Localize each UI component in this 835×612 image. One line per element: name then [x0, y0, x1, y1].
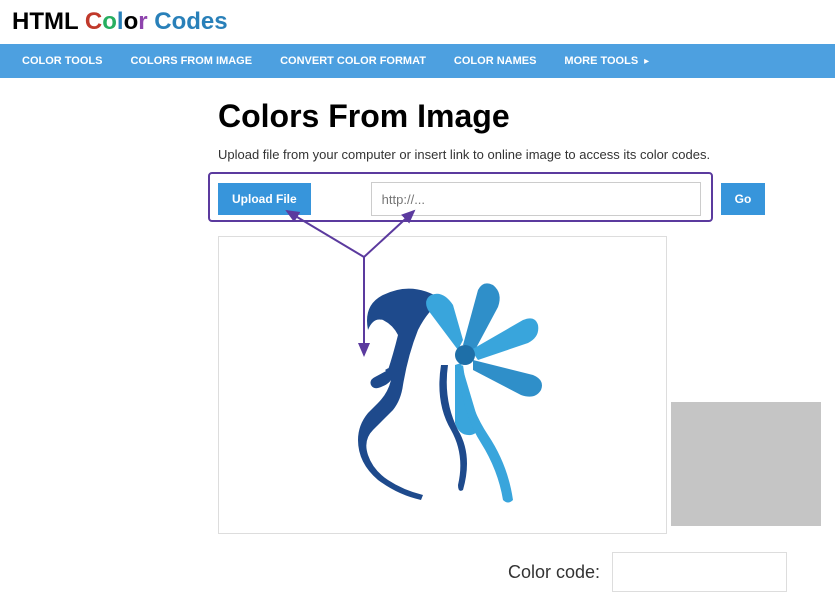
- color-preview-swatch: [671, 402, 821, 526]
- page-description: Upload file from your computer or insert…: [218, 147, 835, 162]
- nav-more-tools[interactable]: MORE TOOLS: [550, 45, 652, 77]
- color-code-label: Color code:: [508, 562, 600, 583]
- logo-word-color: Color: [85, 8, 148, 35]
- main-navbar: COLOR TOOLS COLORS FROM IMAGE CONVERT CO…: [0, 44, 835, 78]
- site-logo: HTML Color Codes: [0, 0, 835, 44]
- page-title: Colors From Image: [218, 98, 835, 135]
- sample-image: [313, 255, 573, 515]
- main-content: Colors From Image Upload file from your …: [0, 78, 835, 612]
- image-url-input[interactable]: [371, 182, 701, 216]
- go-button[interactable]: Go: [721, 183, 766, 215]
- upload-controls-row: Upload File Go: [218, 182, 835, 216]
- nav-color-names[interactable]: COLOR NAMES: [440, 45, 551, 77]
- logo-word-codes: Codes: [154, 8, 227, 35]
- image-preview-area[interactable]: [218, 236, 667, 534]
- logo-word-html: HTML: [12, 8, 78, 35]
- color-code-input[interactable]: [612, 552, 787, 592]
- chevron-right-icon: ▸: [644, 56, 649, 67]
- nav-convert-color-format[interactable]: CONVERT COLOR FORMAT: [266, 45, 440, 77]
- color-code-row: Color code:: [508, 552, 835, 592]
- nav-colors-from-image[interactable]: COLORS FROM IMAGE: [116, 45, 266, 77]
- nav-color-tools[interactable]: COLOR TOOLS: [8, 45, 116, 77]
- upload-file-button[interactable]: Upload File: [218, 183, 311, 215]
